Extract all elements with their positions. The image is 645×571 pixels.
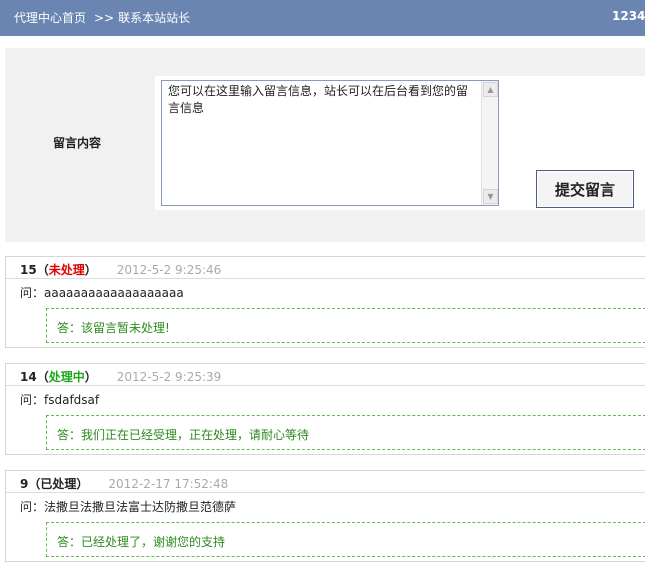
textarea-scrollbar[interactable]: ▲ ▼	[481, 81, 498, 205]
status-badge-unprocessed: 未处理	[48, 263, 85, 277]
status-paren-close: ）	[76, 477, 89, 491]
message-item: 15（未处理） 2012-5-2 9:25:46 问：aaaaaaaaaaaaaa…	[5, 256, 645, 348]
message-question: 问：aaaaaaaaaaaaaaaaaaa	[20, 286, 184, 300]
message-item: 14（处理中） 2012-5-2 9:25:39 问：fsdafdsaf 答：我们…	[5, 363, 645, 455]
message-time: 2012-5-2 9:25:39	[116, 370, 222, 384]
message-id: 14	[20, 370, 37, 384]
message-header: 9（已处理） 2012-2-17 17:52:48	[6, 471, 645, 493]
status-paren-open: （	[28, 477, 41, 491]
breadcrumb-current: 联系本站站长	[118, 11, 191, 25]
breadcrumb: 代理中心首页 >> 联系本站站长	[14, 9, 190, 26]
message-header: 14（处理中） 2012-5-2 9:25:39	[6, 364, 645, 386]
message-header: 15（未处理） 2012-5-2 9:25:46	[6, 257, 645, 279]
top-nav-bar: 代理中心首页 >>联系本站站长 12345	[0, 0, 645, 36]
message-question: 问：法撒旦法撒旦法富士达防撒旦范德萨	[20, 500, 237, 514]
message-content-label: 留言内容	[53, 136, 102, 150]
status-paren-close: ）	[84, 370, 97, 384]
message-time: 2012-5-2 9:25:46	[116, 263, 222, 277]
message-item: 9（已处理） 2012-2-17 17:52:48 问：法撒旦法撒旦法富士达防撒旦…	[5, 470, 645, 562]
message-question: 问：fsdafdsaf	[20, 393, 100, 407]
status-paren-close: ）	[84, 263, 97, 277]
message-list: 15（未处理） 2012-5-2 9:25:46 问：aaaaaaaaaaaaaa…	[5, 256, 645, 571]
breadcrumb-home-link[interactable]: 代理中心首页	[14, 11, 86, 25]
status-badge-processed: 已处理	[40, 477, 77, 491]
status-paren-open: （	[36, 370, 49, 384]
scroll-up-arrow-icon[interactable]: ▲	[483, 82, 498, 97]
breadcrumb-separator: >>	[94, 11, 115, 25]
message-textarea[interactable]: 您可以在这里输入留言信息，站长可以在后台看到您的留言信息	[161, 80, 499, 206]
submit-message-button[interactable]: 提交留言	[536, 170, 634, 208]
user-id-label: 12345	[612, 9, 645, 23]
message-answer: 答：已经处理了，谢谢您的支持	[46, 522, 645, 557]
message-id: 15	[20, 263, 37, 277]
status-badge-processing: 处理中	[48, 370, 85, 384]
message-time: 2012-2-17 17:52:48	[108, 477, 229, 491]
status-paren-open: （	[36, 263, 49, 277]
message-answer: 答：该留言暂未处理!	[46, 308, 645, 343]
scroll-down-arrow-icon[interactable]: ▼	[483, 189, 498, 204]
message-answer: 答：我们正在已经受理，正在处理，请耐心等待	[46, 415, 645, 450]
message-form-panel: 留言内容 您可以在这里输入留言信息，站长可以在后台看到您的留言信息 ▲ ▼ 提交…	[5, 48, 645, 242]
message-input-area: 您可以在这里输入留言信息，站长可以在后台看到您的留言信息 ▲ ▼ 提交留言	[155, 76, 645, 210]
